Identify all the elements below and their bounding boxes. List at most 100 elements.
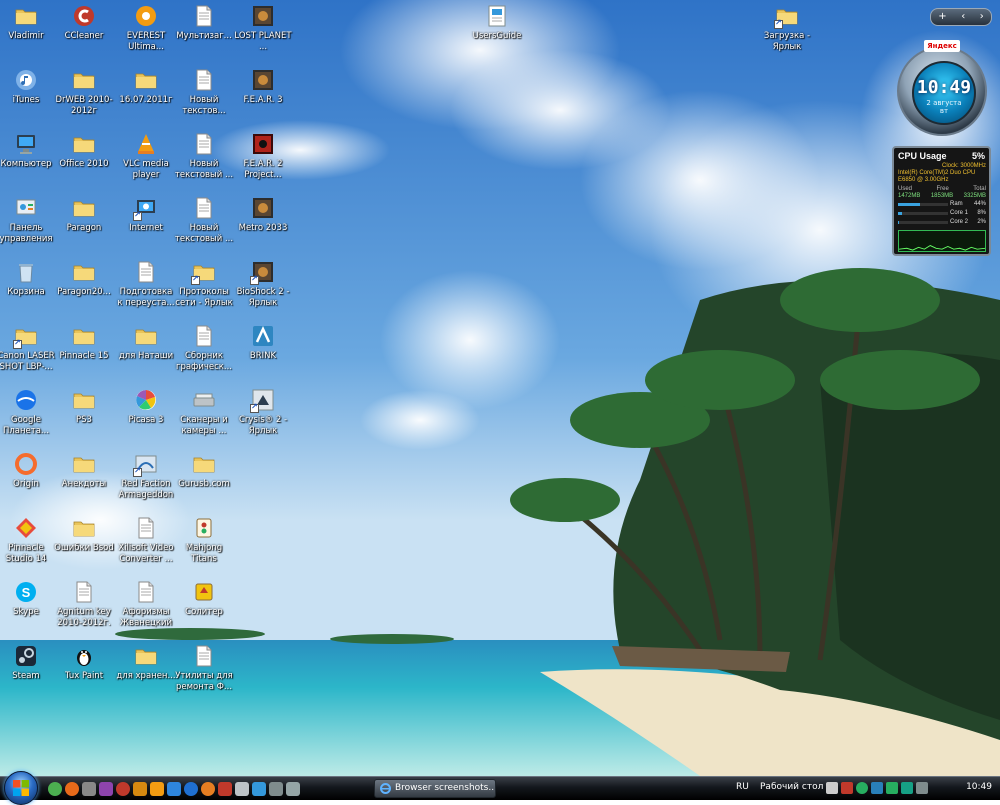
desktop-icon[interactable]: Афоризмы Жванецкий (115, 576, 177, 636)
skype-tray-icon[interactable] (901, 782, 913, 794)
desktop-icon[interactable]: Новый текстов... (173, 64, 235, 124)
explorer-icon[interactable] (235, 782, 249, 796)
desktop-icon[interactable]: Crysis® 2 - Ярлык (232, 384, 294, 444)
photo-icon[interactable] (150, 782, 164, 796)
desktop-icon[interactable]: Ошибки Bsod (53, 512, 115, 572)
desktop-icon[interactable]: S Skype (0, 576, 57, 636)
desktop-icon[interactable]: Pinnacle Studio 14 (0, 512, 57, 572)
desktop-icon[interactable]: для Наташи (115, 320, 177, 380)
volume-icon[interactable] (916, 782, 928, 794)
desktop-icon[interactable]: Red Faction Armageddon (115, 448, 177, 508)
taskbar: Browser screenshots... RU Рабочий стол 1… (0, 771, 1000, 805)
desktop[interactable]: Vladimir iTunes Компьютер Панель управления… (0, 0, 1000, 776)
desktop-icon[interactable]: Steam (0, 640, 57, 700)
desktop-icon[interactable]: Компьютер (0, 128, 57, 188)
desktop-icon[interactable]: Панель управления (0, 192, 57, 252)
desktop-icon[interactable]: Солитер (173, 576, 235, 636)
opera-icon[interactable] (116, 782, 130, 796)
game-icon (251, 68, 275, 92)
utorrent-tray-icon[interactable] (856, 782, 868, 794)
desktop-icon[interactable]: Origin (0, 448, 57, 508)
desktop-icon[interactable]: для хранен... (115, 640, 177, 700)
desktop-icon-label: F.E.A.R. 2 Project... (243, 159, 283, 180)
desktop-icon[interactable]: Сканеры и камеры ... (173, 384, 235, 444)
desktop-icon[interactable]: Утилиты для ремонта Ф... (173, 640, 235, 700)
desktop-icon-label: Pinnacle 15 (59, 351, 109, 361)
browser-icon[interactable] (201, 782, 215, 796)
core1-value: 8% (977, 210, 986, 216)
skype-icon: S (14, 580, 38, 604)
desktop-icon[interactable]: Office 2010 (53, 128, 115, 188)
desktop-icon[interactable]: Сборник графическ... (173, 320, 235, 380)
task-browser-screenshots[interactable]: Browser screenshots... (374, 779, 496, 798)
previous-gadget-icon[interactable]: ‹ (961, 11, 965, 23)
task-label: Browser screenshots... (395, 783, 496, 793)
desktop-icon[interactable]: LOST PLANET ... (232, 0, 294, 60)
desktop-icon[interactable]: Мультизаг... (173, 0, 235, 60)
desktop-icon[interactable]: BioShock 2 - Ярлык (232, 256, 294, 316)
desktop-icon[interactable]: Новый текстовый ... (173, 192, 235, 252)
shortcut-arrow-icon (133, 210, 142, 221)
next-gadget-icon[interactable]: › (980, 11, 984, 23)
monitor-icon[interactable] (252, 782, 266, 796)
desktop-icon[interactable]: Pinnacle 15 (53, 320, 115, 380)
desktop-icon[interactable]: Paragon (53, 192, 115, 252)
desktop-toolbar[interactable]: Рабочий стол (760, 782, 823, 792)
shield-icon[interactable] (871, 782, 883, 794)
utorrent-icon[interactable] (48, 782, 62, 796)
internet-explorer-icon[interactable] (184, 782, 198, 796)
desktop-icon[interactable]: Internet (115, 192, 177, 252)
desktop-icon[interactable]: CCleaner (53, 0, 115, 60)
desktop-icon[interactable]: BRINK (232, 320, 294, 380)
media-icon[interactable] (99, 782, 113, 796)
desktop-icon[interactable]: Paragon20... (53, 256, 115, 316)
cpu-usage-gadget[interactable]: CPU Usage 5% Clock: 3000MHz Intel(R) Cor… (892, 146, 991, 256)
desktop-icon[interactable]: Google Планета... (0, 384, 57, 444)
desktop-icon[interactable]: Picasa 3 (115, 384, 177, 444)
desktop-icon[interactable]: Подготовка к переуста... (115, 256, 177, 316)
settings-icon[interactable] (82, 782, 96, 796)
antivirus-icon[interactable] (841, 782, 853, 794)
gadget-sidebar-controls[interactable]: + ‹ › (930, 8, 992, 26)
desktop-icon[interactable]: DrWEB 2010-2012г (53, 64, 115, 124)
desktop-icon[interactable]: Корзина (0, 256, 57, 316)
add-gadget-icon[interactable]: + (938, 11, 946, 23)
window-icon[interactable] (167, 782, 181, 796)
core1-row: Core 1 8% (898, 210, 986, 217)
desktop-icon[interactable]: Анекдоты (53, 448, 115, 508)
desktop-icon[interactable]: Mahjong Titans (173, 512, 235, 572)
show-desktop-icon[interactable] (269, 782, 283, 796)
desktop-icon[interactable]: EVEREST Ultima... (115, 0, 177, 60)
desktop-icon[interactable]: Vladimir (0, 0, 57, 60)
desktop-icon[interactable]: 16.07.2011г (115, 64, 177, 124)
desktop-icon[interactable]: Canon LASER SHOT LBP-... (0, 320, 57, 380)
clock-gadget[interactable]: 10:49 2 августа вт Яндекс (893, 40, 993, 140)
desktop-icon[interactable]: Загрузка - Ярлык (756, 0, 818, 60)
desktop-icon-label: для хранен... (116, 671, 176, 681)
desktop-icon-label: Анекдоты (61, 479, 107, 489)
switch-windows-icon[interactable] (286, 782, 300, 796)
desktop-icon-label: Подготовка к переуста... (117, 287, 175, 308)
desktop-icon[interactable]: VLC media player (115, 128, 177, 188)
network-icon[interactable] (886, 782, 898, 794)
desktop-icon[interactable]: Новый текстовый ... (173, 128, 235, 188)
tools-icon[interactable] (133, 782, 147, 796)
desktop-icon-label: LOST PLANET ... (234, 31, 292, 52)
desktop-icon[interactable]: Протоколы сети - Ярлык (173, 256, 235, 316)
tray-expand-icon[interactable] (826, 782, 838, 794)
firefox-icon[interactable] (65, 782, 79, 796)
desktop-icon[interactable]: Gurusb.com (173, 448, 235, 508)
desktop-icon[interactable]: iTunes (0, 64, 57, 124)
language-indicator[interactable]: RU (736, 782, 749, 792)
desktop-icon[interactable]: Agnitum key 2010-2012г. (53, 576, 115, 636)
desktop-icon[interactable]: Xilisoft Video Converter ... (115, 512, 177, 572)
taskbar-clock[interactable]: 10:49 (966, 782, 992, 792)
desktop-icon[interactable]: Tux Paint (53, 640, 115, 700)
desktop-icon[interactable]: F.E.A.R. 2 Project... (232, 128, 294, 188)
opera-red-icon[interactable] (218, 782, 232, 796)
folder-icon (72, 260, 96, 284)
desktop-icon[interactable]: PS3 (53, 384, 115, 444)
desktop-icon[interactable]: UsersGuide (466, 0, 528, 60)
desktop-icon[interactable]: F.E.A.R. 3 (232, 64, 294, 124)
desktop-icon[interactable]: Metro 2033 (232, 192, 294, 252)
